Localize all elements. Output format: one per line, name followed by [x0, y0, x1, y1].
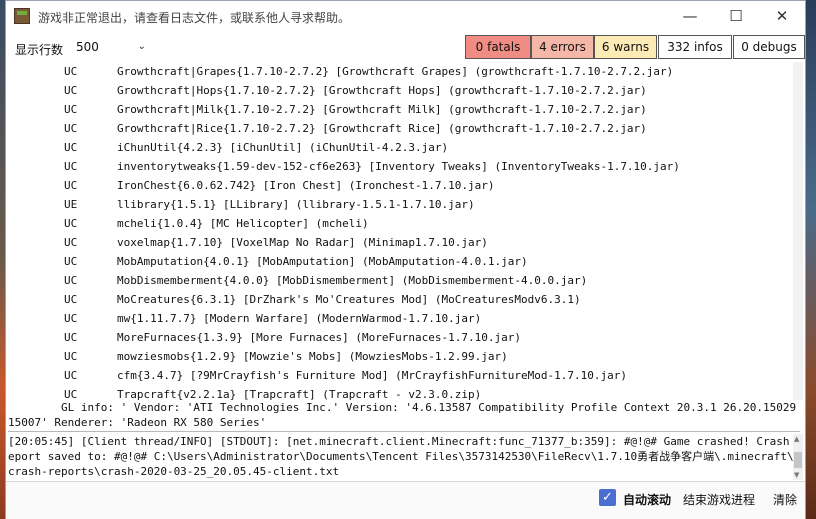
- mod-state: UC: [64, 65, 78, 78]
- infos-filter-button[interactable]: 332 infos: [658, 35, 732, 59]
- mod-state: UC: [64, 274, 78, 287]
- log-row[interactable]: UC iChunUtil{4.2.3} [iChunUtil] (iChunUti…: [8, 138, 798, 157]
- debugs-filter-button[interactable]: 0 debugs: [733, 35, 805, 59]
- auto-scroll-checkbox[interactable]: ✓: [599, 489, 616, 506]
- log-scrollbar[interactable]: [793, 62, 803, 400]
- chevron-down-icon: ⌄: [137, 41, 146, 52]
- mod-state: UC: [64, 84, 78, 97]
- log-row[interactable]: UC MobDismemberment{4.0.0} [MobDismemberm…: [8, 271, 798, 290]
- log-row[interactable]: UC cfm{3.4.7} [?9MrCrayfish's Furniture M…: [8, 366, 798, 385]
- mod-state: UC: [64, 255, 78, 268]
- mod-state: UC: [64, 369, 78, 382]
- mod-state: UC: [64, 179, 78, 192]
- log-list[interactable]: UC Growthcraft|Grapes{1.7.10-2.7.2} [Grow…: [8, 62, 798, 400]
- window-title: 游戏非正常退出，请查看日志文件，或联系他人寻求帮助。: [38, 11, 351, 25]
- minecraft-block-icon: [14, 8, 30, 24]
- log-row[interactable]: UC Growthcraft|Hops{1.7.10-2.7.2} [Growth…: [8, 81, 798, 100]
- minimize-button[interactable]: —: [667, 1, 713, 32]
- divider: [8, 431, 800, 432]
- maximize-button[interactable]: ☐: [713, 1, 759, 32]
- mod-entry: iChunUtil{4.2.3} [iChunUtil] (iChunUtil-…: [117, 141, 449, 154]
- mod-state: UC: [64, 350, 78, 363]
- log-row[interactable]: UC mcheli{1.0.4} [MC Helicopter] (mcheli): [8, 214, 798, 233]
- scroll-up-arrow-icon[interactable]: ▲: [794, 435, 799, 443]
- mod-entry: mowziesmobs{1.2.9} [Mowzie's Mobs] (Mowz…: [117, 350, 508, 363]
- mod-state: UC: [64, 141, 78, 154]
- end-game-process-button[interactable]: 结束游戏进程: [683, 491, 755, 508]
- mod-entry: MoreFurnaces{1.3.9} [More Furnaces] (Mor…: [117, 331, 521, 344]
- errors-filter-button[interactable]: 4 errors: [531, 35, 594, 59]
- log-row[interactable]: UC mowziesmobs{1.2.9} [Mowzie's Mobs] (Mo…: [8, 347, 798, 366]
- log-row[interactable]: UC voxelmap{1.7.10} [VoxelMap No Radar] (…: [8, 233, 798, 252]
- log-toolbar: 显示行数 500 ⌄ 0 fatals 4 errors 6 warns 332…: [6, 32, 805, 62]
- mod-state: UC: [64, 160, 78, 173]
- log-row[interactable]: UC Trapcraft{v2.2.1a} [Trapcraft] (Trapcr…: [8, 385, 798, 400]
- log-row[interactable]: UE llibrary{1.5.1} [LLibrary] (llibrary-1…: [8, 195, 798, 214]
- mod-entry: llibrary{1.5.1} [LLibrary] (llibrary-1.5…: [117, 198, 475, 211]
- mod-entry: MoCreatures{6.3.1} [DrZhark's Mo'Creatur…: [117, 293, 581, 306]
- close-button[interactable]: ✕: [759, 1, 805, 32]
- title-bar[interactable]: 游戏非正常退出，请查看日志文件，或联系他人寻求帮助。 — ☐ ✕: [6, 1, 805, 32]
- mod-state: UC: [64, 122, 78, 135]
- mod-entry: IronChest{6.0.62.742} [Iron Chest] (Iron…: [117, 179, 495, 192]
- mod-state: UE: [64, 198, 78, 211]
- desktop-background-right: [806, 0, 816, 519]
- stdout-scrollbar[interactable]: ▲ ▼: [793, 434, 803, 480]
- log-row[interactable]: UC Growthcraft|Rice{1.7.10-2.7.2} [Growth…: [8, 119, 798, 138]
- log-row[interactable]: UC inventorytweaks{1.59-dev-152-cf6e263} …: [8, 157, 798, 176]
- mod-entry: MobDismemberment{4.0.0} [MobDismembermen…: [117, 274, 588, 287]
- log-row[interactable]: UC MobAmputation{4.0.1} [MobAmputation] (…: [8, 252, 798, 271]
- mod-entry: mcheli{1.0.4} [MC Helicopter] (mcheli): [117, 217, 369, 230]
- log-row[interactable]: UC Growthcraft|Milk{1.7.10-2.7.2} [Growth…: [8, 100, 798, 119]
- mod-entry: Trapcraft{v2.2.1a} [Trapcraft] (Trapcraf…: [117, 388, 482, 400]
- mod-entry: voxelmap{1.7.10} [VoxelMap No Radar] (Mi…: [117, 236, 488, 249]
- log-window: 游戏非正常退出，请查看日志文件，或联系他人寻求帮助。 — ☐ ✕ 显示行数 50…: [5, 0, 806, 519]
- bottom-bar: ✓ 自动滚动 结束游戏进程 清除: [6, 481, 805, 519]
- mod-state: UC: [64, 217, 78, 230]
- mod-state: UC: [64, 293, 78, 306]
- mod-state: UC: [64, 236, 78, 249]
- mod-entry: MobAmputation{4.0.1} [MobAmputation] (Mo…: [117, 255, 528, 268]
- rows-count-select[interactable]: 500 ⌄: [72, 37, 152, 57]
- scroll-thumb[interactable]: [794, 452, 802, 468]
- mod-entry: inventorytweaks{1.59-dev-152-cf6e263} [I…: [117, 160, 680, 173]
- mod-entry: Growthcraft|Grapes{1.7.10-2.7.2} [Growth…: [117, 65, 674, 78]
- mod-state: UC: [64, 331, 78, 344]
- scroll-down-arrow-icon[interactable]: ▼: [794, 471, 799, 479]
- log-row[interactable]: UC IronChest{6.0.62.742} [Iron Chest] (Ir…: [8, 176, 798, 195]
- gl-info-text: GL info: ' Vendor: 'ATI Technologies Inc…: [8, 401, 798, 429]
- mod-entry: Growthcraft|Hops{1.7.10-2.7.2} [Growthcr…: [117, 84, 647, 97]
- mod-state: UC: [64, 388, 78, 400]
- mod-state: UC: [64, 312, 78, 325]
- mod-entry: cfm{3.4.7} [?9MrCrayfish's Furniture Mod…: [117, 369, 627, 382]
- log-row[interactable]: UC MoCreatures{6.3.1} [DrZhark's Mo'Creat…: [8, 290, 798, 309]
- log-row[interactable]: UC Growthcraft|Grapes{1.7.10-2.7.2} [Grow…: [8, 62, 798, 81]
- log-row[interactable]: UC MoreFurnaces{1.3.9} [More Furnaces] (M…: [8, 328, 798, 347]
- mod-entry: Growthcraft|Rice{1.7.10-2.7.2} [Growthcr…: [117, 122, 647, 135]
- rows-count-value: 500: [76, 40, 99, 54]
- mod-state: UC: [64, 103, 78, 116]
- log-row[interactable]: UC mw{1.11.7.7} [Modern Warfare] (ModernW…: [8, 309, 798, 328]
- fatals-filter-button[interactable]: 0 fatals: [465, 35, 531, 59]
- auto-scroll-label[interactable]: 自动滚动: [623, 491, 671, 508]
- mod-entry: Growthcraft|Milk{1.7.10-2.7.2} [Growthcr…: [117, 103, 647, 116]
- clear-button[interactable]: 清除: [773, 491, 797, 508]
- rows-count-label: 显示行数: [15, 43, 64, 57]
- stdout-output[interactable]: [20:05:45] [Client thread/INFO] [STDOUT]…: [8, 434, 796, 480]
- mod-entry: mw{1.11.7.7} [Modern Warfare] (ModernWar…: [117, 312, 482, 325]
- warns-filter-button[interactable]: 6 warns: [594, 35, 657, 59]
